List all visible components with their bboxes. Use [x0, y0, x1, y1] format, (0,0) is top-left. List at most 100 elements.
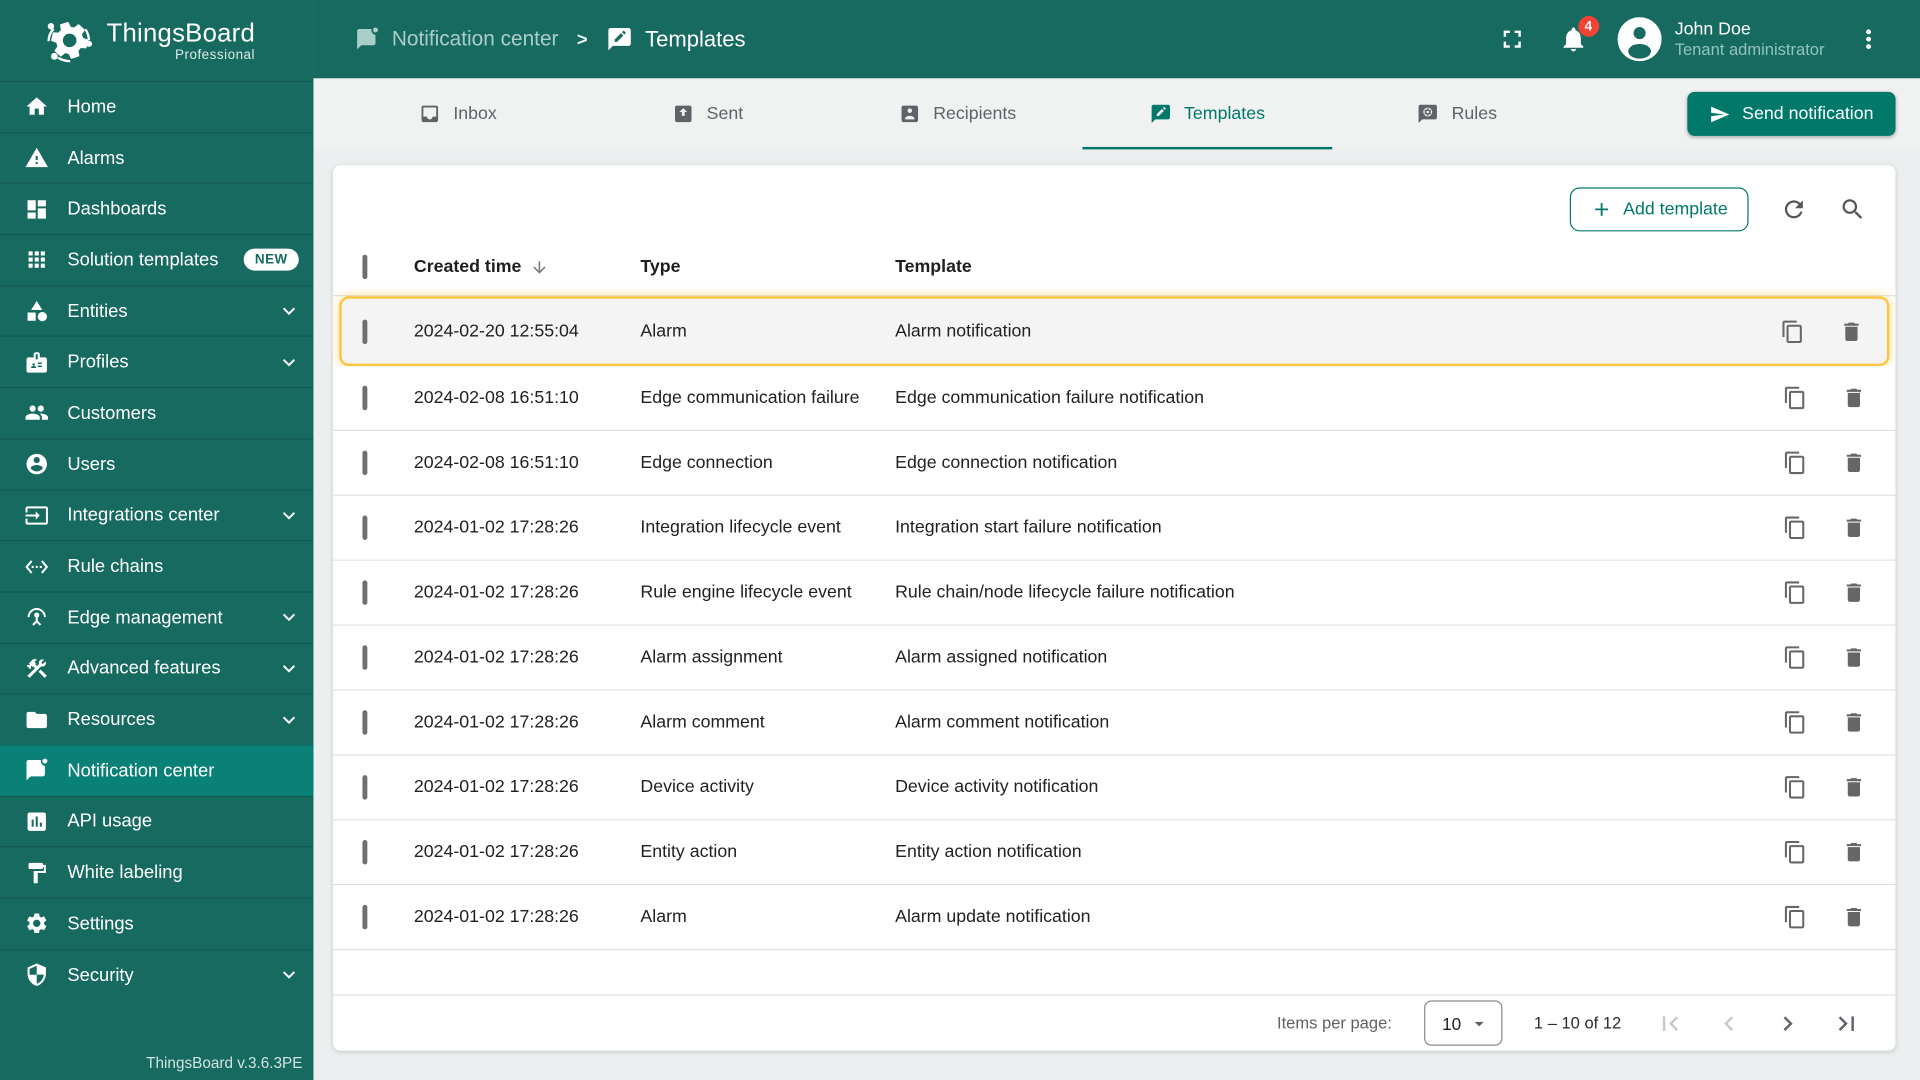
copy-template-button[interactable]	[1783, 775, 1807, 799]
sidebar-item-dashboards[interactable]: Dashboards	[0, 182, 314, 234]
table-row[interactable]: 2024-01-02 17:28:26 Entity action Entity…	[333, 820, 1896, 886]
column-header-type[interactable]: Type	[640, 257, 895, 277]
notifications-button[interactable]: 4	[1558, 15, 1599, 53]
search-button[interactable]	[1839, 196, 1866, 223]
delete-template-button[interactable]	[1842, 386, 1866, 410]
sidebar-item-label: Rule chains	[67, 555, 164, 577]
cell-created-time: 2024-02-08 16:51:10	[413, 388, 579, 408]
table-row[interactable]: 2024-02-20 12:55:04 Alarm Alarm notifica…	[339, 296, 1890, 367]
breadcrumb-parent-label: Notification center	[391, 26, 559, 51]
copy-template-button[interactable]	[1783, 710, 1807, 734]
tab-recipients[interactable]: Recipients	[833, 78, 1083, 149]
table-row[interactable]: 2024-01-02 17:28:26 Alarm comment Alarm …	[333, 690, 1896, 756]
refresh-icon	[1780, 196, 1807, 223]
delete-template-button[interactable]	[1842, 516, 1866, 540]
copy-template-button[interactable]	[1780, 319, 1804, 343]
integrations-icon	[24, 503, 48, 527]
breadcrumb-parent[interactable]: Notification center	[355, 27, 558, 51]
delete-template-button[interactable]	[1842, 840, 1866, 864]
first-page-button[interactable]	[1641, 999, 1700, 1048]
row-checkbox[interactable]	[362, 645, 368, 670]
sidebar-item-solution-templates[interactable]: Solution templates NEW	[0, 233, 314, 285]
table-row[interactable]: 2024-02-08 16:51:10 Edge communication f…	[333, 366, 1896, 432]
cell-created-time: 2024-01-02 17:28:26	[413, 842, 579, 863]
sidebar-item-security[interactable]: Security	[0, 948, 314, 1000]
tab-label: Sent	[706, 104, 744, 124]
avatar[interactable]	[1617, 17, 1662, 62]
sidebar-item-api-usage[interactable]: API usage	[0, 795, 314, 846]
sidebar-item-entities[interactable]: Entities	[0, 285, 314, 336]
sidebar-item-home[interactable]: Home	[0, 80, 314, 132]
page-size-select[interactable]: 10	[1423, 1000, 1503, 1046]
table-row[interactable]: 2024-01-02 17:28:26 Alarm assignment Ala…	[333, 625, 1896, 691]
app-logo[interactable]: ThingsBoard Professional	[0, 0, 313, 81]
copy-template-button[interactable]	[1783, 840, 1807, 864]
chevron-down-icon	[277, 962, 301, 986]
delete-template-button[interactable]	[1842, 710, 1866, 734]
copy-template-button[interactable]	[1783, 386, 1807, 410]
sidebar-item-white-labeling[interactable]: White labeling	[0, 846, 314, 898]
delete-template-button[interactable]	[1842, 580, 1866, 604]
sidebar: ThingsBoard Professional Home Alarms Das…	[0, 0, 314, 1080]
fullscreen-button[interactable]	[1497, 24, 1526, 53]
delete-template-button[interactable]	[1842, 905, 1866, 929]
row-checkbox[interactable]	[362, 318, 368, 344]
user-role: Tenant administrator	[1674, 39, 1825, 59]
select-all-checkbox[interactable]	[362, 254, 368, 280]
delete-template-button[interactable]	[1839, 319, 1863, 343]
table-row[interactable]: 2024-01-02 17:28:26 Alarm Alarm update n…	[333, 885, 1896, 951]
more-menu-button[interactable]	[1854, 24, 1883, 53]
tab-inbox[interactable]: Inbox	[333, 78, 583, 149]
sidebar-item-notification-center[interactable]: Notification center	[0, 744, 314, 796]
sidebar-item-profiles[interactable]: Profiles	[0, 336, 314, 387]
column-header-template[interactable]: Template	[895, 257, 1768, 277]
user-menu[interactable]: John Doe Tenant administrator	[1675, 18, 1825, 61]
last-page-button[interactable]	[1817, 999, 1876, 1048]
row-checkbox[interactable]	[362, 580, 368, 605]
row-checkbox[interactable]	[362, 385, 368, 411]
tab-sent[interactable]: Sent	[583, 78, 833, 149]
sidebar-item-users[interactable]: Users	[0, 438, 314, 489]
sidebar-item-edge-management[interactable]: Edge management	[0, 591, 314, 642]
next-page-button[interactable]	[1758, 999, 1817, 1048]
sidebar-item-settings[interactable]: Settings	[0, 897, 314, 949]
previous-page-button[interactable]	[1700, 999, 1759, 1048]
refresh-button[interactable]	[1780, 196, 1807, 223]
last-page-icon	[1832, 1008, 1861, 1037]
tab-templates[interactable]: Templates	[1082, 78, 1333, 150]
table-row[interactable]: 2024-01-02 17:28:26 Integration lifecycl…	[333, 495, 1896, 561]
delete-template-button[interactable]	[1842, 645, 1866, 669]
row-checkbox[interactable]	[362, 840, 368, 865]
copy-template-button[interactable]	[1783, 645, 1807, 669]
tab-rules[interactable]: Rules	[1332, 78, 1582, 149]
row-checkbox[interactable]	[362, 904, 368, 930]
copy-template-button[interactable]	[1783, 451, 1807, 475]
delete-template-button[interactable]	[1842, 451, 1866, 475]
breadcrumb-current: Templates	[606, 26, 746, 53]
copy-template-button[interactable]	[1783, 580, 1807, 604]
notification-center-icon	[355, 27, 379, 51]
column-header-created-time[interactable]: Created time	[414, 257, 641, 277]
cell-template: Alarm comment notification	[895, 712, 1110, 733]
copy-template-button[interactable]	[1783, 516, 1807, 540]
row-checkbox[interactable]	[362, 515, 368, 541]
sidebar-item-advanced-features[interactable]: Advanced features	[0, 642, 314, 693]
delete-template-button[interactable]	[1842, 775, 1866, 799]
sidebar-item-alarms[interactable]: Alarms	[0, 131, 314, 183]
sidebar-item-customers[interactable]: Customers	[0, 387, 314, 438]
copy-template-button[interactable]	[1783, 905, 1807, 929]
sidebar-item-resources[interactable]: Resources	[0, 693, 314, 744]
sidebar-item-label: Edge management	[67, 607, 223, 628]
table-row[interactable]: 2024-01-02 17:28:26 Rule engine lifecycl…	[333, 560, 1896, 626]
table-row[interactable]: 2024-02-08 16:51:10 Edge connection Edge…	[333, 431, 1896, 496]
row-checkbox[interactable]	[362, 710, 368, 735]
row-checkbox[interactable]	[362, 775, 368, 800]
tab-label: Recipients	[933, 104, 1017, 124]
send-notification-button[interactable]: Send notification	[1687, 91, 1896, 136]
sidebar-item-rule-chains[interactable]: Rule chains	[0, 540, 314, 591]
tab-label: Inbox	[453, 104, 497, 124]
row-checkbox[interactable]	[362, 450, 368, 476]
table-row[interactable]: 2024-01-02 17:28:26 Device activity Devi…	[333, 755, 1896, 821]
sidebar-item-integrations-center[interactable]: Integrations center	[0, 489, 314, 540]
add-template-button[interactable]: Add template	[1569, 187, 1749, 232]
